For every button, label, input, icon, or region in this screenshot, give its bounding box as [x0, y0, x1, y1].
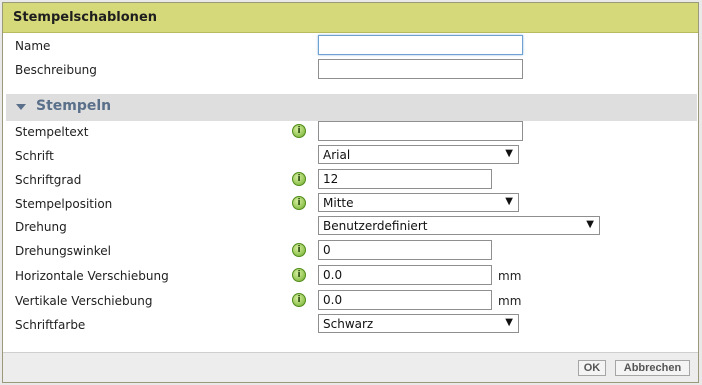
dialog-title: Stempelschablonen: [13, 10, 158, 25]
stamp-position-label: Stempelposition: [15, 197, 113, 211]
rotation-angle-row: Drehungswinkel i: [3, 240, 698, 262]
description-label: Beschreibung: [15, 63, 97, 77]
stamp-text-input[interactable]: [318, 121, 523, 141]
rotation-angle-label: Drehungswinkel: [15, 244, 111, 258]
name-row: Name: [3, 35, 698, 57]
description-input[interactable]: [318, 59, 523, 79]
font-color-value: Schwarz: [323, 317, 374, 331]
triangle-down-icon: [16, 104, 26, 110]
font-color-row: Schriftfarbe Schwarz ▼: [3, 314, 698, 336]
vertical-shift-row: Vertikale Verschiebung i mm: [3, 290, 698, 312]
rotation-label: Drehung: [15, 220, 67, 234]
chevron-down-icon: ▼: [505, 148, 513, 159]
section-title: Stempeln: [36, 98, 112, 114]
dialog-footer: OK Abbrechen: [3, 352, 698, 382]
stamp-text-label: Stempeltext: [15, 125, 89, 139]
font-size-label: Schriftgrad: [15, 173, 82, 187]
stamp-section-header[interactable]: Stempeln: [6, 94, 697, 121]
name-input[interactable]: [318, 35, 523, 55]
font-label: Schrift: [15, 149, 54, 163]
info-icon[interactable]: i: [292, 196, 306, 210]
chevron-down-icon: ▼: [586, 219, 594, 230]
stamp-position-row: Stempelposition i Mitte ▼: [3, 193, 698, 215]
name-label: Name: [15, 39, 51, 53]
horizontal-shift-input[interactable]: [318, 265, 492, 285]
font-color-label: Schriftfarbe: [15, 318, 86, 332]
vertical-shift-label: Vertikale Verschiebung: [15, 294, 153, 308]
chevron-down-icon: ▼: [505, 317, 513, 328]
horizontal-shift-label: Horizontale Verschiebung: [15, 269, 169, 283]
rotation-select[interactable]: Benutzerdefiniert ▼: [318, 216, 600, 235]
rotation-angle-input[interactable]: [318, 240, 492, 260]
font-select-value: Arial: [323, 148, 351, 162]
vertical-shift-input[interactable]: [318, 290, 492, 310]
stamp-templates-dialog: Stempelschablonen Name Beschreibung Stem…: [2, 2, 699, 383]
info-icon[interactable]: i: [292, 268, 306, 282]
stamp-position-select[interactable]: Mitte ▼: [318, 193, 519, 212]
dialog-titlebar: Stempelschablonen: [3, 3, 698, 33]
stamp-text-row: Stempeltext i: [3, 121, 698, 143]
vertical-shift-unit: mm: [498, 294, 522, 308]
description-row: Beschreibung: [3, 59, 698, 81]
cancel-button[interactable]: Abbrechen: [615, 360, 690, 376]
info-icon[interactable]: i: [292, 243, 306, 257]
font-color-select[interactable]: Schwarz ▼: [318, 314, 519, 333]
font-row: Schrift Arial ▼: [3, 145, 698, 167]
info-icon[interactable]: i: [292, 293, 306, 307]
chevron-down-icon: ▼: [505, 196, 513, 207]
info-icon[interactable]: i: [292, 172, 306, 186]
ok-button[interactable]: OK: [578, 360, 606, 376]
horizontal-shift-unit: mm: [498, 269, 522, 283]
font-size-row: Schriftgrad i: [3, 169, 698, 191]
rotation-row: Drehung Benutzerdefiniert ▼: [3, 216, 698, 238]
horizontal-shift-row: Horizontale Verschiebung i mm: [3, 265, 698, 287]
font-size-input[interactable]: [318, 169, 492, 189]
rotation-select-value: Benutzerdefiniert: [323, 219, 428, 233]
info-icon[interactable]: i: [292, 124, 306, 138]
font-select[interactable]: Arial ▼: [318, 145, 519, 164]
stamp-position-value: Mitte: [323, 196, 354, 210]
